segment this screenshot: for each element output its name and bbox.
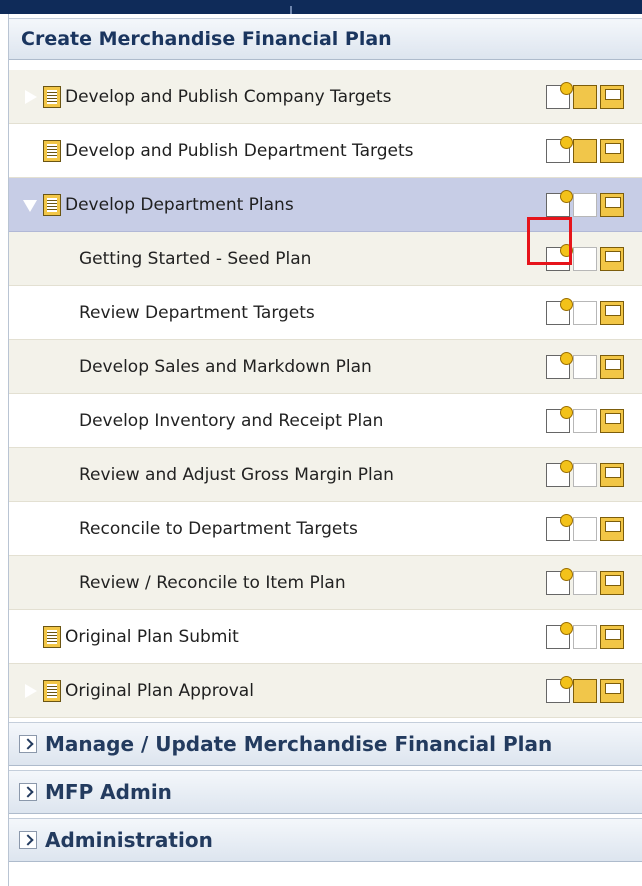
section-header-manage-mfp[interactable]: Manage / Update Merchandise Financial Pl… [9, 722, 642, 766]
task-label[interactable]: Develop Inventory and Receipt Plan [9, 411, 383, 431]
new-workbook-icon[interactable] [546, 677, 572, 703]
open-workbook-icon[interactable] [573, 679, 597, 703]
new-workbook-icon[interactable] [546, 569, 572, 595]
expand-arrow-icon[interactable] [23, 141, 38, 160]
new-workbook-icon[interactable] [546, 299, 572, 325]
task-row[interactable]: Original Plan Submit [9, 610, 642, 664]
subtask-row[interactable]: Reconcile to Department Targets [9, 502, 642, 556]
expand-arrow-icon[interactable] [23, 681, 38, 700]
new-workbook-icon[interactable] [546, 353, 572, 379]
row-action-icons [546, 664, 624, 718]
task-label[interactable]: Review / Reconcile to Item Plan [9, 573, 346, 593]
folder-icon[interactable] [600, 247, 624, 271]
task-label[interactable]: Reconcile to Department Targets [9, 519, 358, 539]
new-workbook-icon[interactable] [546, 623, 572, 649]
section-title: MFP Admin [45, 780, 172, 804]
activity-book-icon [43, 625, 61, 648]
activity-book-icon [43, 139, 61, 162]
expand-arrow-icon[interactable] [23, 627, 38, 646]
subtask-row[interactable]: Develop Sales and Markdown Plan [9, 340, 642, 394]
row-action-icons [546, 502, 624, 556]
section-title: Administration [45, 828, 213, 852]
task-label[interactable]: Original Plan Approval [65, 681, 254, 701]
task-label[interactable]: Develop Sales and Markdown Plan [9, 357, 372, 377]
folder-icon[interactable] [600, 409, 624, 433]
task-label[interactable]: Develop and Publish Company Targets [65, 87, 392, 107]
section-header-create-mfp[interactable]: Create Merchandise Financial Plan [9, 18, 642, 60]
section-title: Manage / Update Merchandise Financial Pl… [45, 732, 553, 756]
chevron-right-icon[interactable] [19, 831, 37, 849]
folder-icon[interactable] [600, 571, 624, 595]
row-action-icons [546, 340, 624, 394]
folder-icon[interactable] [600, 355, 624, 379]
task-label[interactable]: Review and Adjust Gross Margin Plan [9, 465, 394, 485]
open-workbook-icon[interactable] [573, 517, 597, 541]
subtask-row[interactable]: Review and Adjust Gross Margin Plan [9, 448, 642, 502]
open-workbook-icon[interactable] [573, 463, 597, 487]
section-header-mfp-admin[interactable]: MFP Admin [9, 770, 642, 814]
row-action-icons [546, 610, 624, 664]
folder-icon[interactable] [600, 193, 624, 217]
activity-book-icon [43, 193, 61, 216]
row-action-icons [546, 124, 624, 178]
task-label[interactable]: Original Plan Submit [65, 627, 239, 647]
folder-icon[interactable] [600, 625, 624, 649]
new-workbook-icon[interactable] [546, 515, 572, 541]
new-workbook-icon[interactable] [546, 137, 572, 163]
section-title: Create Merchandise Financial Plan [21, 28, 392, 50]
open-workbook-icon[interactable] [573, 355, 597, 379]
open-workbook-icon[interactable] [573, 571, 597, 595]
top-bar [0, 0, 642, 14]
folder-icon[interactable] [600, 463, 624, 487]
new-workbook-icon[interactable] [546, 461, 572, 487]
folder-icon[interactable] [600, 301, 624, 325]
task-label[interactable]: Getting Started - Seed Plan [9, 249, 311, 269]
row-action-icons [546, 286, 624, 340]
task-label[interactable]: Develop Department Plans [65, 195, 294, 215]
section-header-administration[interactable]: Administration [9, 818, 642, 862]
row-action-icons [546, 70, 624, 124]
folder-icon[interactable] [600, 139, 624, 163]
activity-book-icon [43, 85, 61, 108]
top-bar-tick [290, 6, 292, 14]
open-workbook-icon[interactable] [573, 301, 597, 325]
open-workbook-icon[interactable] [573, 139, 597, 163]
open-workbook-icon[interactable] [573, 625, 597, 649]
new-workbook-icon[interactable] [546, 83, 572, 109]
subtask-row[interactable]: Review Department Targets [9, 286, 642, 340]
highlight-box [527, 217, 572, 265]
new-workbook-icon[interactable] [546, 191, 572, 217]
task-label[interactable]: Develop and Publish Department Targets [65, 141, 414, 161]
chevron-right-icon[interactable] [19, 783, 37, 801]
open-workbook-icon[interactable] [573, 193, 597, 217]
open-workbook-icon[interactable] [573, 409, 597, 433]
subtask-row[interactable]: Review / Reconcile to Item Plan [9, 556, 642, 610]
new-workbook-icon[interactable] [546, 407, 572, 433]
row-action-icons [546, 556, 624, 610]
task-label[interactable]: Review Department Targets [9, 303, 315, 323]
folder-icon[interactable] [600, 679, 624, 703]
task-row[interactable]: Develop and Publish Department Targets [9, 124, 642, 178]
subtask-row[interactable]: Develop Inventory and Receipt Plan [9, 394, 642, 448]
chevron-right-icon[interactable] [19, 735, 37, 753]
row-action-icons [546, 448, 624, 502]
collapse-arrow-icon[interactable] [21, 197, 39, 213]
row-action-icons [546, 394, 624, 448]
task-row[interactable]: Develop and Publish Company Targets [9, 70, 642, 124]
open-workbook-icon[interactable] [573, 85, 597, 109]
open-workbook-icon[interactable] [573, 247, 597, 271]
task-row[interactable]: Original Plan Approval [9, 664, 642, 718]
folder-icon[interactable] [600, 85, 624, 109]
expand-arrow-icon[interactable] [23, 87, 38, 106]
folder-icon[interactable] [600, 517, 624, 541]
activity-book-icon [43, 679, 61, 702]
